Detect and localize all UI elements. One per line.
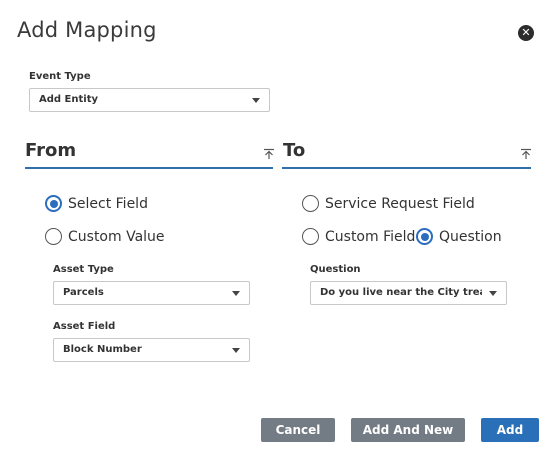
event-type-value: Add Entity — [39, 94, 98, 105]
close-icon[interactable]: ✕ — [518, 25, 534, 41]
to-section-divider — [282, 167, 531, 169]
radio-question-circle[interactable] — [416, 228, 433, 245]
question-select[interactable]: Do you live near the City treat... — [310, 281, 507, 305]
radio-custom-field[interactable]: Custom Field — [302, 228, 415, 245]
collapse-to-icon[interactable] — [520, 148, 532, 160]
chevron-down-icon — [252, 98, 260, 103]
asset-field-value: Block Number — [63, 344, 142, 355]
cancel-button[interactable]: Cancel — [261, 418, 335, 442]
question-value: Do you live near the City treat... — [320, 287, 482, 298]
radio-custom-field-circle[interactable] — [302, 228, 319, 245]
radio-custom-field-label: Custom Field — [325, 228, 416, 245]
add-button[interactable]: Add — [481, 418, 539, 442]
radio-select-field[interactable]: Select Field — [45, 195, 148, 212]
asset-type-label: Asset Type — [53, 264, 114, 275]
radio-service-request-field[interactable]: Service Request Field — [302, 195, 475, 212]
asset-field-label: Asset Field — [53, 321, 116, 332]
radio-select-field-label: Select Field — [68, 195, 148, 212]
chevron-down-icon — [232, 348, 240, 353]
from-section-divider — [25, 167, 273, 169]
collapse-from-icon[interactable] — [263, 148, 275, 160]
radio-question-label: Question — [439, 228, 502, 245]
asset-type-select[interactable]: Parcels — [53, 281, 250, 305]
radio-service-request-field-label: Service Request Field — [325, 195, 475, 212]
radio-custom-value-label: Custom Value — [68, 228, 165, 245]
asset-type-value: Parcels — [63, 287, 104, 298]
add-and-new-button[interactable]: Add And New — [351, 418, 465, 442]
to-section-title: To — [283, 140, 306, 161]
asset-field-select[interactable]: Block Number — [53, 338, 250, 362]
event-type-label: Event Type — [29, 71, 91, 82]
chevron-down-icon — [232, 291, 240, 296]
dialog-title: Add Mapping — [17, 18, 157, 42]
radio-custom-value-circle[interactable] — [45, 228, 62, 245]
chevron-down-icon — [489, 291, 497, 296]
from-section-title: From — [25, 140, 77, 161]
event-type-select[interactable]: Add Entity — [29, 88, 270, 112]
radio-custom-value[interactable]: Custom Value — [45, 228, 165, 245]
radio-select-field-circle[interactable] — [45, 195, 62, 212]
radio-question[interactable]: Question — [416, 228, 502, 245]
question-label: Question — [310, 264, 361, 275]
radio-service-request-field-circle[interactable] — [302, 195, 319, 212]
